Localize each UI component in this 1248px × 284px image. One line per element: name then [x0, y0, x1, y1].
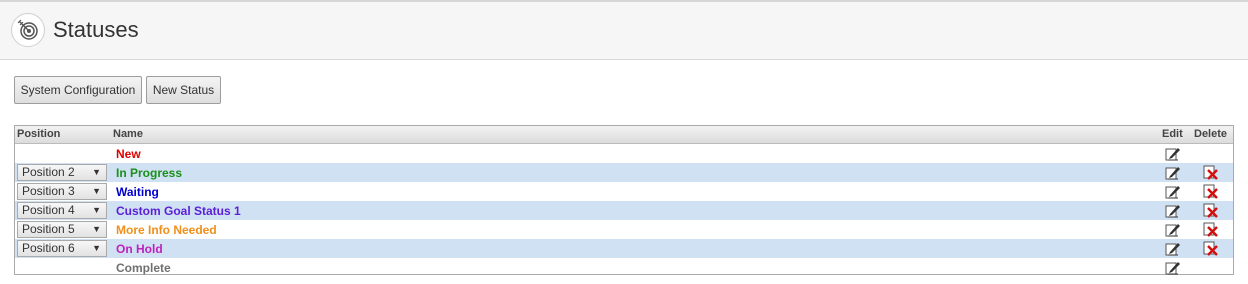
table-row: Complete: [15, 258, 1233, 277]
position-select[interactable]: Position 3 ▼: [17, 183, 107, 200]
position-select[interactable]: Position 5 ▼: [17, 221, 107, 238]
position-select[interactable]: Position 6 ▼: [17, 240, 107, 257]
table-row: Position 6 ▼ On Hold: [15, 239, 1233, 258]
status-name: New: [116, 147, 141, 161]
dropdown-arrow-icon: ▼: [92, 186, 101, 196]
edit-icon[interactable]: [1165, 260, 1181, 280]
target-icon: [11, 13, 45, 47]
status-name: Custom Goal Status 1: [116, 204, 241, 218]
position-select-value: Position 2: [22, 165, 75, 179]
status-name: On Hold: [116, 242, 163, 256]
position-select-value: Position 4: [22, 203, 75, 217]
statuses-grid: Position Name Edit Delete New Position 2 ▼…: [14, 125, 1234, 275]
grid-header: Position Name Edit Delete: [15, 126, 1233, 144]
table-row: New: [15, 144, 1233, 163]
position-select[interactable]: Position 4 ▼: [17, 202, 107, 219]
status-name: Complete: [116, 261, 171, 275]
position-select-value: Position 6: [22, 241, 75, 255]
dropdown-arrow-icon: ▼: [92, 224, 101, 234]
column-header-delete: Delete: [1194, 128, 1228, 140]
column-header-position: Position: [17, 128, 61, 140]
table-row: Position 2 ▼ In Progress: [15, 163, 1233, 182]
new-status-button[interactable]: New Status: [146, 76, 221, 104]
table-row: Position 3 ▼ Waiting: [15, 182, 1233, 201]
table-row: Position 4 ▼ Custom Goal Status 1: [15, 201, 1233, 220]
position-select-value: Position 5: [22, 222, 75, 236]
page-title: Statuses: [53, 17, 139, 42]
column-header-name: Name: [113, 128, 143, 140]
table-row: Position 5 ▼ More Info Needed: [15, 220, 1233, 239]
position-select[interactable]: Position 2 ▼: [17, 164, 107, 181]
status-name: More Info Needed: [116, 223, 217, 237]
system-configuration-button[interactable]: System Configuration: [14, 76, 142, 104]
dropdown-arrow-icon: ▼: [92, 205, 101, 215]
page-header: Statuses: [0, 0, 1248, 60]
dropdown-arrow-icon: ▼: [92, 243, 101, 253]
column-header-edit: Edit: [1162, 128, 1183, 140]
position-select-value: Position 3: [22, 184, 75, 198]
status-name: Waiting: [116, 185, 159, 199]
dropdown-arrow-icon: ▼: [92, 167, 101, 177]
status-name: In Progress: [116, 166, 183, 180]
